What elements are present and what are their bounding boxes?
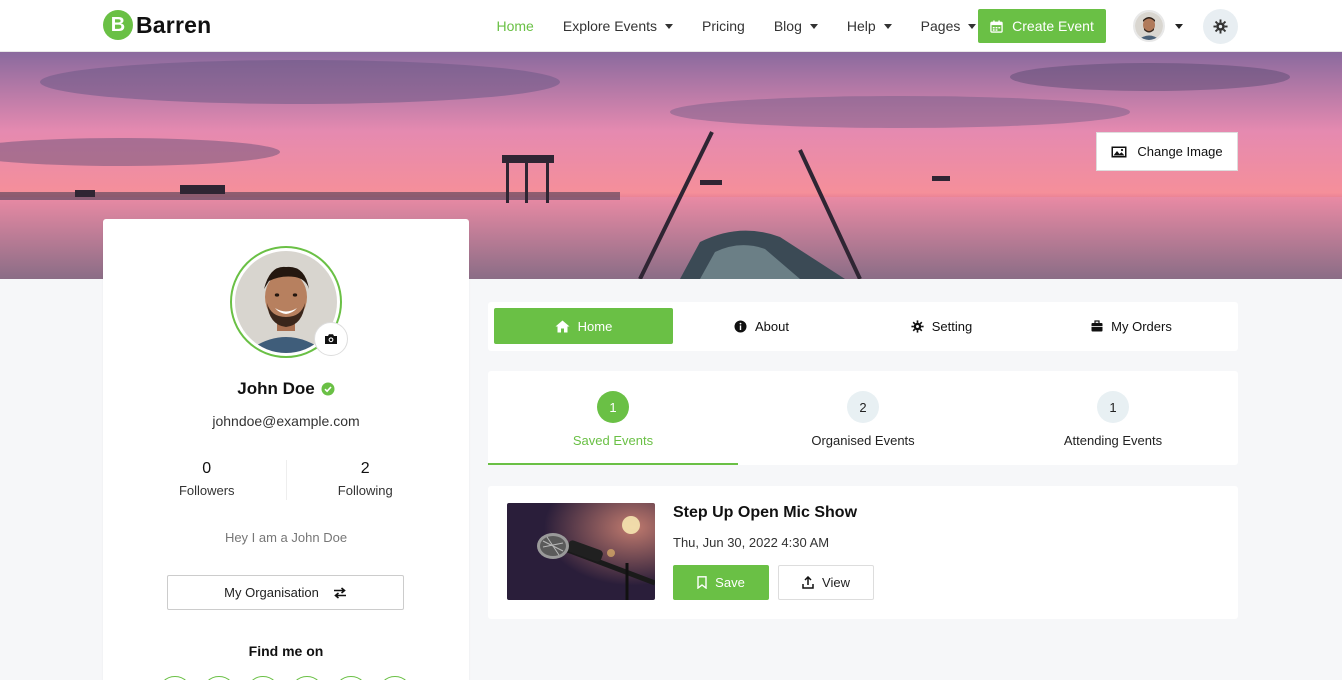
social-link[interactable] [202,676,236,680]
social-links [158,676,412,680]
nav-help[interactable]: Help [847,18,892,34]
top-navbar: B Barren Home Explore Events Pricing Blo… [0,0,1342,52]
profile-email: johndoe@example.com [212,413,360,429]
organised-events-tab[interactable]: 2 Organised Events [738,371,988,465]
profile-tabs: Home About Setting My Orders [488,302,1238,351]
organised-events-count: 2 [847,391,879,423]
info-icon [734,320,747,332]
followers-count: 0 [202,460,212,477]
tab-about-label: About [755,318,789,334]
caret-down-icon [883,23,892,29]
home-icon [555,320,570,332]
switch-arrows-icon [333,586,346,599]
event-date: Thu, Jun 30, 2022 4:30 AM [673,535,830,550]
tab-setting-label: Setting [931,318,973,334]
social-link[interactable] [290,676,324,680]
calendar-icon [990,19,1003,33]
caret-down-icon [968,23,977,29]
caret-down-icon [809,23,818,29]
image-icon [1111,146,1127,157]
gear-icon [1213,19,1228,34]
social-link[interactable] [246,676,280,680]
saved-events-label: Saved Events [572,433,654,448]
nav-explore-events[interactable]: Explore Events [563,18,674,34]
tab-about[interactable]: About [672,308,851,344]
change-image-button[interactable]: Change Image [1096,132,1238,171]
following-stat[interactable]: 2 Following [285,460,445,500]
verified-check-icon [321,382,335,396]
tab-home[interactable]: Home [494,308,673,344]
nav-pricing[interactable]: Pricing [702,18,745,34]
logo-mark: B [103,10,133,40]
following-label: Following [337,483,393,498]
create-event-button[interactable]: Create Event [978,9,1106,43]
tab-my-orders[interactable]: My Orders [1042,308,1221,344]
nav-home[interactable]: Home [497,18,534,34]
main-nav: Home Explore Events Pricing Blog Help Pa… [482,0,991,52]
gear-icon [911,319,924,333]
following-count: 2 [360,460,370,477]
event-thumbnail[interactable] [507,503,655,600]
events-summary: 1 Saved Events 2 Organised Events 1 Atte… [488,371,1238,465]
change-avatar-button[interactable] [314,322,348,356]
my-organisation-button[interactable]: My Organisation [167,575,404,610]
profile-stats: 0 Followers 2 Following [128,460,444,500]
followers-label: Followers [178,483,235,498]
saved-events-tab[interactable]: 1 Saved Events [488,371,738,465]
save-event-button[interactable]: Save [673,565,769,600]
event-card: Step Up Open Mic Show Thu, Jun 30, 2022 … [488,486,1238,619]
my-organisation-label: My Organisation [224,585,319,600]
briefcase-icon [1091,320,1103,332]
profile-card: John Doe johndoe@example.com 0 Followers… [103,219,469,680]
theme-toggle-button[interactable] [1203,9,1238,44]
share-upload-icon [802,576,814,589]
social-link[interactable] [334,676,368,680]
avatar [1133,10,1165,42]
camera-icon [325,334,337,344]
nav-pages[interactable]: Pages [921,18,977,34]
social-link[interactable] [378,676,412,680]
tab-home-label: Home [577,318,613,334]
create-event-label: Create Event [1012,18,1094,34]
save-event-label: Save [715,575,745,590]
profile-name-row: John Doe [103,379,469,399]
view-event-button[interactable]: View [778,565,874,600]
tab-setting[interactable]: Setting [852,308,1031,344]
attending-events-tab[interactable]: 1 Attending Events [988,371,1238,465]
tab-my-orders-label: My Orders [1111,318,1172,334]
caret-down-icon [1175,23,1183,29]
user-menu[interactable] [1133,10,1183,42]
logo-text: Barren [136,11,212,38]
saved-events-count: 1 [597,391,629,423]
followers-stat[interactable]: 0 Followers [128,460,286,500]
organised-events-label: Organised Events [811,433,915,448]
bookmark-icon [697,576,707,589]
attending-events-count: 1 [1097,391,1129,423]
view-event-label: View [822,575,850,590]
event-title[interactable]: Step Up Open Mic Show [673,504,857,522]
logo[interactable]: B Barren [103,10,211,40]
change-image-label: Change Image [1137,144,1223,159]
nav-blog[interactable]: Blog [774,18,818,34]
profile-name: John Doe [237,379,315,398]
find-me-on-heading: Find me on [248,643,324,659]
profile-bio: Hey I am a John Doe [224,530,348,545]
attending-events-label: Attending Events [1063,433,1163,448]
social-link[interactable] [158,676,192,680]
caret-down-icon [665,23,674,29]
